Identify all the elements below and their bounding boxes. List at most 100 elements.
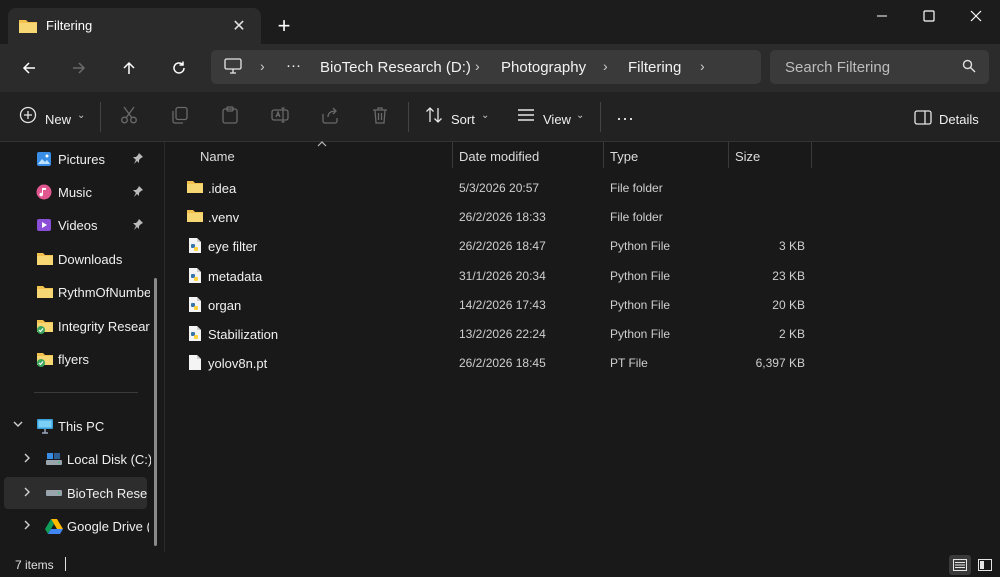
chevron-down-icon: ⌄: [77, 110, 86, 121]
paste-icon[interactable]: [221, 106, 239, 124]
chevron-down-icon[interactable]: [12, 418, 24, 430]
chevron-down-icon: ⌄: [576, 110, 585, 121]
divider: [408, 102, 409, 132]
file-name: yolov8n.pt: [208, 356, 268, 371]
sidebar-item-label: BioTech Resea: [67, 486, 147, 501]
file-name: eye filter: [208, 239, 258, 254]
cut-icon[interactable]: [120, 106, 138, 124]
breadcrumb-drive[interactable]: BioTech Research (D:): [320, 59, 471, 76]
sidebar-item-label: Downloads: [58, 252, 123, 267]
python-file-icon: [188, 267, 202, 284]
search-placeholder: Search Filtering: [785, 59, 891, 76]
sidebar-item-label: Google Drive (: [67, 519, 149, 534]
sort-label: Sort: [451, 112, 475, 127]
google-drive-icon: [45, 518, 63, 534]
chevron-down-icon: ⌄: [481, 110, 490, 121]
chevron-right-icon[interactable]: ›: [260, 58, 265, 74]
folder-icon: [186, 179, 204, 195]
refresh-button[interactable]: [163, 52, 195, 84]
details-pane-icon: [914, 110, 932, 126]
pin-icon: [132, 152, 144, 164]
file-date: 5/3/2026 20:57: [459, 181, 540, 195]
python-file-icon: [188, 325, 202, 342]
drive-icon: [45, 487, 63, 499]
up-button[interactable]: [113, 52, 145, 84]
copy-icon[interactable]: [171, 106, 189, 124]
column-header-date[interactable]: Date modified: [459, 149, 539, 164]
sidebar-item-label: flyers: [58, 352, 90, 367]
column-divider[interactable]: [452, 142, 453, 168]
details-view-toggle[interactable]: [949, 555, 971, 575]
sort-icon: [425, 106, 443, 124]
file-size: 23 KB: [772, 269, 805, 283]
item-count: 7 items: [15, 558, 54, 572]
chevron-right-icon[interactable]: [21, 452, 33, 464]
shared-folder-icon: [36, 351, 54, 368]
breadcrumb-filtering[interactable]: Filtering: [628, 59, 681, 76]
chevron-right-icon[interactable]: ›: [475, 58, 480, 74]
file-date: 26/2/2026 18:33: [459, 210, 546, 224]
view-label: View: [543, 112, 571, 127]
sidebar-item-label: Videos: [58, 218, 98, 233]
file-icon: [188, 354, 202, 371]
column-divider[interactable]: [728, 142, 729, 168]
column-header-name[interactable]: Name: [200, 149, 235, 164]
chevron-right-icon[interactable]: ›: [603, 58, 608, 74]
file-type: Python File: [610, 298, 671, 312]
file-size: 3 KB: [778, 239, 805, 253]
column-header-size[interactable]: Size: [735, 149, 760, 164]
close-window-button[interactable]: [952, 0, 1000, 32]
tab-title: Filtering: [46, 18, 93, 33]
file-type: Python File: [610, 239, 671, 253]
tiles-view-toggle[interactable]: [974, 555, 996, 575]
plus-circle-icon: [19, 106, 37, 124]
column-header-type[interactable]: Type: [610, 149, 638, 164]
minimize-button[interactable]: [858, 0, 906, 32]
chevron-right-icon[interactable]: [21, 519, 33, 531]
maximize-button[interactable]: [905, 0, 953, 32]
file-size: 2 KB: [778, 327, 805, 341]
breadcrumb-more[interactable]: ···: [286, 57, 301, 74]
sort-ascending-icon: [316, 140, 328, 148]
pictures-icon: [36, 151, 52, 167]
chevron-right-icon[interactable]: ›: [700, 58, 705, 74]
sidebar-item-label: RythmOfNumbe: [58, 285, 150, 300]
details-label: Details: [939, 112, 979, 127]
folder-icon: [36, 251, 54, 267]
file-date: 14/2/2026 17:43: [459, 298, 546, 312]
pin-icon: [132, 185, 144, 197]
sidebar-item-label: Integrity Researc: [58, 319, 150, 334]
python-file-icon: [188, 296, 202, 313]
share-icon[interactable]: [321, 106, 339, 124]
sidebar-item-label: This PC: [58, 419, 105, 434]
forward-button[interactable]: [63, 52, 95, 84]
column-divider[interactable]: [603, 142, 604, 168]
file-type: Python File: [610, 327, 671, 341]
sidebar-item-label: Pictures: [58, 152, 105, 167]
command-bar: [0, 92, 1000, 142]
column-divider[interactable]: [811, 142, 812, 168]
divider: [600, 102, 601, 132]
search-icon[interactable]: [962, 59, 976, 73]
sidebar-item-label: Local Disk (C:): [67, 452, 151, 467]
more-options-button[interactable]: ···: [616, 108, 634, 129]
this-pc-icon[interactable]: [224, 58, 242, 74]
file-size: 20 KB: [772, 298, 805, 312]
tab-filtering[interactable]: Filtering ✕: [8, 8, 261, 44]
rename-icon[interactable]: [271, 106, 289, 124]
back-button[interactable]: [13, 52, 45, 84]
delete-icon[interactable]: [371, 106, 389, 124]
sidebar-scrollbar[interactable]: [154, 278, 157, 546]
file-date: 26/2/2026 18:47: [459, 239, 546, 253]
folder-icon: [18, 17, 38, 35]
chevron-right-icon[interactable]: [21, 486, 33, 498]
file-date: 26/2/2026 18:45: [459, 356, 546, 370]
shared-folder-icon: [36, 318, 54, 335]
new-tab-button[interactable]: +: [270, 12, 298, 40]
file-type: File folder: [610, 181, 663, 195]
file-date: 13/2/2026 22:24: [459, 327, 546, 341]
pin-icon: [132, 218, 144, 230]
close-tab-icon[interactable]: ✕: [226, 13, 252, 39]
breadcrumb-photography[interactable]: Photography: [501, 59, 586, 76]
status-bar: [0, 552, 1000, 577]
